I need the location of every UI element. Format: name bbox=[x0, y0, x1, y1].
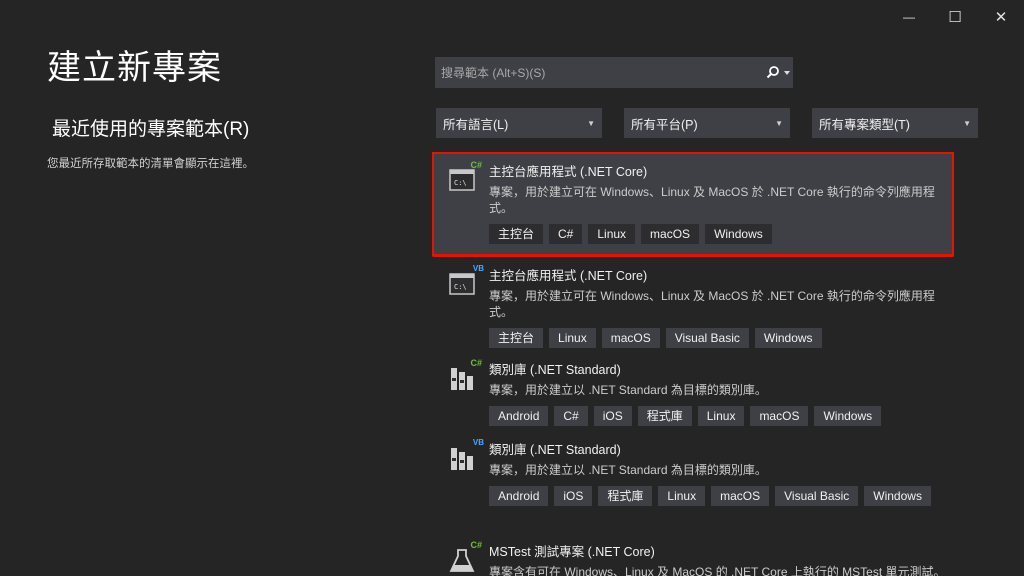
tag: Windows bbox=[864, 486, 931, 506]
tag: Android bbox=[489, 406, 549, 426]
tag: iOS bbox=[593, 406, 632, 426]
console-app-icon: C:\ C# bbox=[448, 160, 482, 194]
template-name: 主控台應用程式 (.NET Core) bbox=[489, 269, 648, 283]
language-filter-label: 所有語言(L) bbox=[443, 117, 509, 132]
language-filter-dropdown[interactable]: 所有語言(L) ▼ bbox=[436, 108, 602, 138]
tag: C# bbox=[554, 406, 588, 426]
tag: Android bbox=[489, 486, 549, 506]
template-item-class-library-csharp[interactable]: C# 類別庫 (.NET Standard) 專案，用於建立以 .NET Sta… bbox=[432, 350, 954, 430]
tag: Windows bbox=[814, 406, 882, 426]
vb-badge: VB bbox=[472, 264, 484, 273]
recent-templates-heading: 最近使用的專案範本(R) bbox=[52, 119, 250, 140]
svg-text:C:\: C:\ bbox=[454, 283, 467, 291]
chevron-down-icon: ▼ bbox=[587, 118, 595, 128]
csharp-badge: C# bbox=[470, 160, 482, 170]
class-library-icon: C# bbox=[448, 358, 482, 392]
tag: macOS bbox=[750, 406, 809, 426]
tag: macOS bbox=[711, 486, 770, 506]
project-type-filter-label: 所有專案類型(T) bbox=[819, 117, 910, 132]
template-tags: 主控台 Linux macOS Visual Basic Windows bbox=[489, 328, 948, 354]
tag: 主控台 bbox=[489, 224, 544, 244]
template-search-box bbox=[435, 57, 793, 88]
vb-badge: VB bbox=[472, 438, 484, 447]
tag: Linux bbox=[658, 486, 706, 506]
tag: iOS bbox=[554, 486, 593, 506]
tag: 程式庫 bbox=[637, 406, 692, 426]
template-tags: Android iOS 程式庫 Linux macOS Visual Basic… bbox=[489, 486, 948, 512]
maximize-button[interactable]: ☐ bbox=[932, 4, 978, 30]
tag: 主控台 bbox=[489, 328, 544, 348]
tag: macOS bbox=[601, 328, 660, 348]
template-description: 專案，用於建立可在 Windows、Linux 及 MacOS 於 .NET C… bbox=[489, 289, 935, 319]
template-description: 專案，用於建立以 .NET Standard 為目標的類別庫。 bbox=[489, 463, 767, 477]
search-input[interactable] bbox=[435, 64, 763, 81]
project-type-filter-dropdown[interactable]: 所有專案類型(T) ▼ bbox=[812, 108, 978, 138]
template-item-console-app-vb[interactable]: C:\ VB 主控台應用程式 (.NET Core) 專案，用於建立可在 Win… bbox=[432, 256, 954, 350]
close-button[interactable]: ✕ bbox=[978, 4, 1024, 30]
window-controls: — ☐ ✕ bbox=[886, 4, 1024, 30]
platform-filter-dropdown[interactable]: 所有平台(P) ▼ bbox=[624, 108, 790, 138]
csharp-badge: C# bbox=[470, 358, 482, 368]
tag: Linux bbox=[588, 224, 636, 244]
recent-templates-empty-text: 您最近所存取範本的清單會顯示在這裡。 bbox=[47, 158, 254, 170]
template-tags: Android C# iOS 程式庫 Linux macOS Windows bbox=[489, 406, 948, 432]
template-list: C:\ C# 主控台應用程式 (.NET Core) 專案，用於建立可在 Win… bbox=[432, 152, 954, 576]
tag: Windows bbox=[754, 328, 822, 348]
template-name: 主控台應用程式 (.NET Core) bbox=[489, 165, 648, 179]
template-description: 專案，用於建立可在 Windows、Linux 及 MacOS 於 .NET C… bbox=[489, 185, 935, 215]
page-title: 建立新專案 bbox=[47, 49, 222, 87]
template-name: 類別庫 (.NET Standard) bbox=[489, 363, 621, 377]
template-name: 類別庫 (.NET Standard) bbox=[489, 443, 621, 457]
tag: Linux bbox=[549, 328, 596, 348]
platform-filter-label: 所有平台(P) bbox=[631, 117, 698, 132]
tag: C# bbox=[549, 224, 583, 244]
minimize-button[interactable]: — bbox=[886, 4, 932, 30]
template-item-class-library-vb[interactable]: VB 類別庫 (.NET Standard) 專案，用於建立以 .NET Sta… bbox=[432, 430, 954, 532]
csharp-badge: C# bbox=[470, 540, 482, 550]
template-item-console-app-csharp[interactable]: C:\ C# 主控台應用程式 (.NET Core) 專案，用於建立可在 Win… bbox=[432, 152, 954, 257]
tag: 程式庫 bbox=[598, 486, 653, 506]
tag: Visual Basic bbox=[665, 328, 749, 348]
chevron-down-icon bbox=[784, 70, 790, 75]
template-tags: 主控台 C# Linux macOS Windows bbox=[489, 224, 948, 250]
search-options-button[interactable] bbox=[763, 57, 793, 88]
tag: Windows bbox=[705, 224, 772, 244]
template-item-mstest-csharp[interactable]: C# MSTest 測試專案 (.NET Core) 專案含有可在 Window… bbox=[432, 532, 954, 576]
tag: macOS bbox=[641, 224, 700, 244]
tag: Linux bbox=[697, 406, 745, 426]
chevron-down-icon: ▼ bbox=[963, 118, 971, 128]
console-app-icon: C:\ VB bbox=[448, 264, 484, 298]
tag: Visual Basic bbox=[775, 486, 859, 506]
search-icon bbox=[766, 65, 779, 78]
template-description: 專案，用於建立以 .NET Standard 為目標的類別庫。 bbox=[489, 383, 767, 397]
test-flask-icon: C# bbox=[448, 540, 482, 574]
chevron-down-icon: ▼ bbox=[775, 118, 783, 128]
template-name: MSTest 測試專案 (.NET Core) bbox=[489, 545, 655, 559]
class-library-icon: VB bbox=[448, 438, 484, 472]
template-description: 專案含有可在 Windows、Linux 及 MacOS 的 .NET Core… bbox=[489, 565, 946, 576]
svg-text:C:\: C:\ bbox=[454, 179, 467, 187]
